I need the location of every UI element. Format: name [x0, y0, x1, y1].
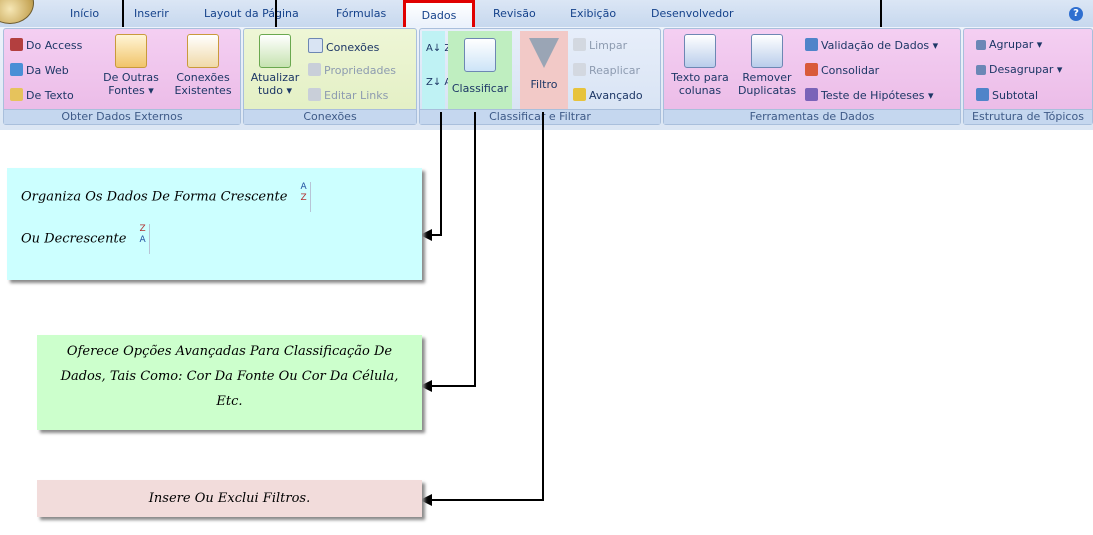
callout-sort-line1: Organiza Os Dados De Forma Crescente: [21, 189, 288, 205]
clear-filter-icon: [573, 38, 586, 51]
agrupar-button[interactable]: Agrupar ▾: [976, 38, 1042, 51]
propriedades-button[interactable]: Propriedades: [308, 63, 396, 77]
ungroup-arrow-icon: [976, 65, 986, 75]
atualizar-tudo-button[interactable]: Atualizar tudo ▾: [247, 34, 303, 97]
data-sources-icon: [115, 34, 147, 68]
annotation-tick-2: [275, 0, 277, 27]
ribbon: Do Access Da Web De Texto De Outras Font…: [0, 27, 1093, 130]
access-icon: [10, 38, 23, 51]
callout-filtro: Insere Ou Exclui Filtros.: [37, 480, 422, 517]
group-arrow-icon: [976, 40, 986, 50]
group-label-classificar: Classificar e Filtrar: [420, 109, 660, 124]
tab-inicio[interactable]: Início: [70, 7, 99, 20]
connector-filtro-horizontal: [430, 499, 544, 501]
remover-duplicatas-button[interactable]: Remover Duplicatas: [734, 34, 800, 97]
group-classificar-filtrar: A↓ Z Z↓ A Classificar Filtro Limpar Reap…: [419, 28, 661, 125]
callout-sort-line2: Ou Decrescente: [21, 231, 127, 247]
sort-ascending-icon: A Z: [298, 182, 311, 212]
callout-classificar-line1: Oferece Opções Avançadas Para Classifica…: [66, 344, 393, 359]
callout-classificar: Oferece Opções Avançadas Para Classifica…: [37, 335, 422, 430]
conexoes-button[interactable]: Conexões: [308, 38, 379, 54]
texto-para-colunas-button[interactable]: Texto para colunas: [667, 34, 733, 97]
editar-links-button[interactable]: Editar Links: [308, 88, 388, 102]
connector-sort-vertical: [440, 112, 442, 236]
group-label-obter: Obter Dados Externos: [4, 109, 240, 124]
group-label-estrutura: Estrutura de Tópicos: [964, 109, 1092, 124]
avancado-button[interactable]: Avançado: [573, 88, 643, 102]
consolidate-icon: [805, 63, 818, 76]
callout-classificar-line3: Etc.: [216, 394, 243, 409]
consolidar-button[interactable]: Consolidar: [805, 63, 879, 77]
group-label-conexoes: Conexões: [244, 109, 416, 124]
do-access-button[interactable]: Do Access: [10, 38, 82, 52]
tab-inserir[interactable]: Inserir: [134, 7, 169, 20]
tab-dados-label: Dados: [421, 9, 457, 22]
connector-classificar-vertical: [474, 112, 476, 387]
tab-formulas[interactable]: Fórmulas: [336, 7, 386, 20]
connector-classificar-horizontal: [430, 385, 476, 387]
existing-connections-icon: [187, 34, 219, 68]
refresh-icon: [259, 34, 291, 68]
group-estrutura-de-topicos: Agrupar ▾ Desagrupar ▾ Subtotal Estrutur…: [963, 28, 1093, 125]
tab-layout-da-pagina[interactable]: Layout da Página: [204, 7, 299, 20]
data-validation-icon: [805, 38, 818, 51]
ribbon-tab-bar: Início Inserir Layout da Página Fórmulas…: [0, 0, 1093, 32]
annotation-tick-1: [122, 0, 124, 27]
connector-filtro-vertical: [542, 112, 544, 501]
text-file-icon: [10, 88, 23, 101]
callout-sort-line1-row: Organiza Os Dados De Forma Crescente A Z: [21, 182, 311, 212]
tab-revisao[interactable]: Revisão: [493, 7, 536, 20]
edit-links-icon: [308, 88, 321, 101]
connections-icon: [308, 38, 323, 53]
group-label-ferramentas: Ferramentas de Dados: [664, 109, 960, 124]
group-conexoes: Atualizar tudo ▾ Conexões Propriedades E…: [243, 28, 417, 125]
de-outras-fontes-button[interactable]: De Outras Fontes ▾: [100, 34, 162, 97]
web-icon: [10, 63, 23, 76]
callout-classificar-line2: Dados, Tais Como: Cor Da Fonte Ou Cor Da…: [60, 369, 399, 384]
tab-exibicao[interactable]: Exibição: [570, 7, 616, 20]
advanced-filter-icon: [573, 88, 586, 101]
tab-desenvolvedor[interactable]: Desenvolvedor: [651, 7, 734, 20]
sort-descending-icon: Z A: [137, 224, 150, 254]
callout-sort-line2-row: Ou Decrescente Z A: [21, 224, 150, 254]
reaplicar-button[interactable]: Reaplicar: [573, 63, 640, 77]
group-obter-dados-externos: Do Access Da Web De Texto De Outras Font…: [3, 28, 241, 125]
help-icon[interactable]: ?: [1069, 7, 1083, 21]
reapply-icon: [573, 63, 586, 76]
callout-sort: Organiza Os Dados De Forma Crescente A Z…: [7, 168, 422, 280]
subtotal-icon: [976, 88, 989, 101]
office-button-icon[interactable]: [0, 0, 34, 24]
filtro-button[interactable]: Filtro: [520, 31, 568, 109]
limpar-button[interactable]: Limpar: [573, 38, 627, 52]
desagrupar-button[interactable]: Desagrupar ▾: [976, 63, 1062, 76]
conexoes-existentes-button[interactable]: Conexões Existentes: [170, 34, 236, 97]
group-ferramentas-de-dados: Texto para colunas Remover Duplicatas Va…: [663, 28, 961, 125]
classificar-button[interactable]: Classificar: [448, 31, 512, 109]
callout-filtro-text: Insere Ou Exclui Filtros.: [148, 491, 311, 506]
de-texto-button[interactable]: De Texto: [10, 88, 74, 102]
annotation-tick-3: [880, 0, 882, 27]
remove-duplicates-icon: [751, 34, 783, 68]
sort-dialog-icon: [464, 38, 496, 72]
filter-funnel-icon: [529, 38, 559, 68]
validacao-de-dados-button[interactable]: Validação de Dados ▾: [805, 38, 938, 52]
da-web-button[interactable]: Da Web: [10, 63, 69, 77]
subtotal-button[interactable]: Subtotal: [976, 88, 1038, 102]
what-if-analysis-icon: [805, 88, 818, 101]
properties-icon: [308, 63, 321, 76]
text-to-columns-icon: [684, 34, 716, 68]
teste-de-hipoteses-button[interactable]: Teste de Hipóteses ▾: [805, 88, 934, 102]
